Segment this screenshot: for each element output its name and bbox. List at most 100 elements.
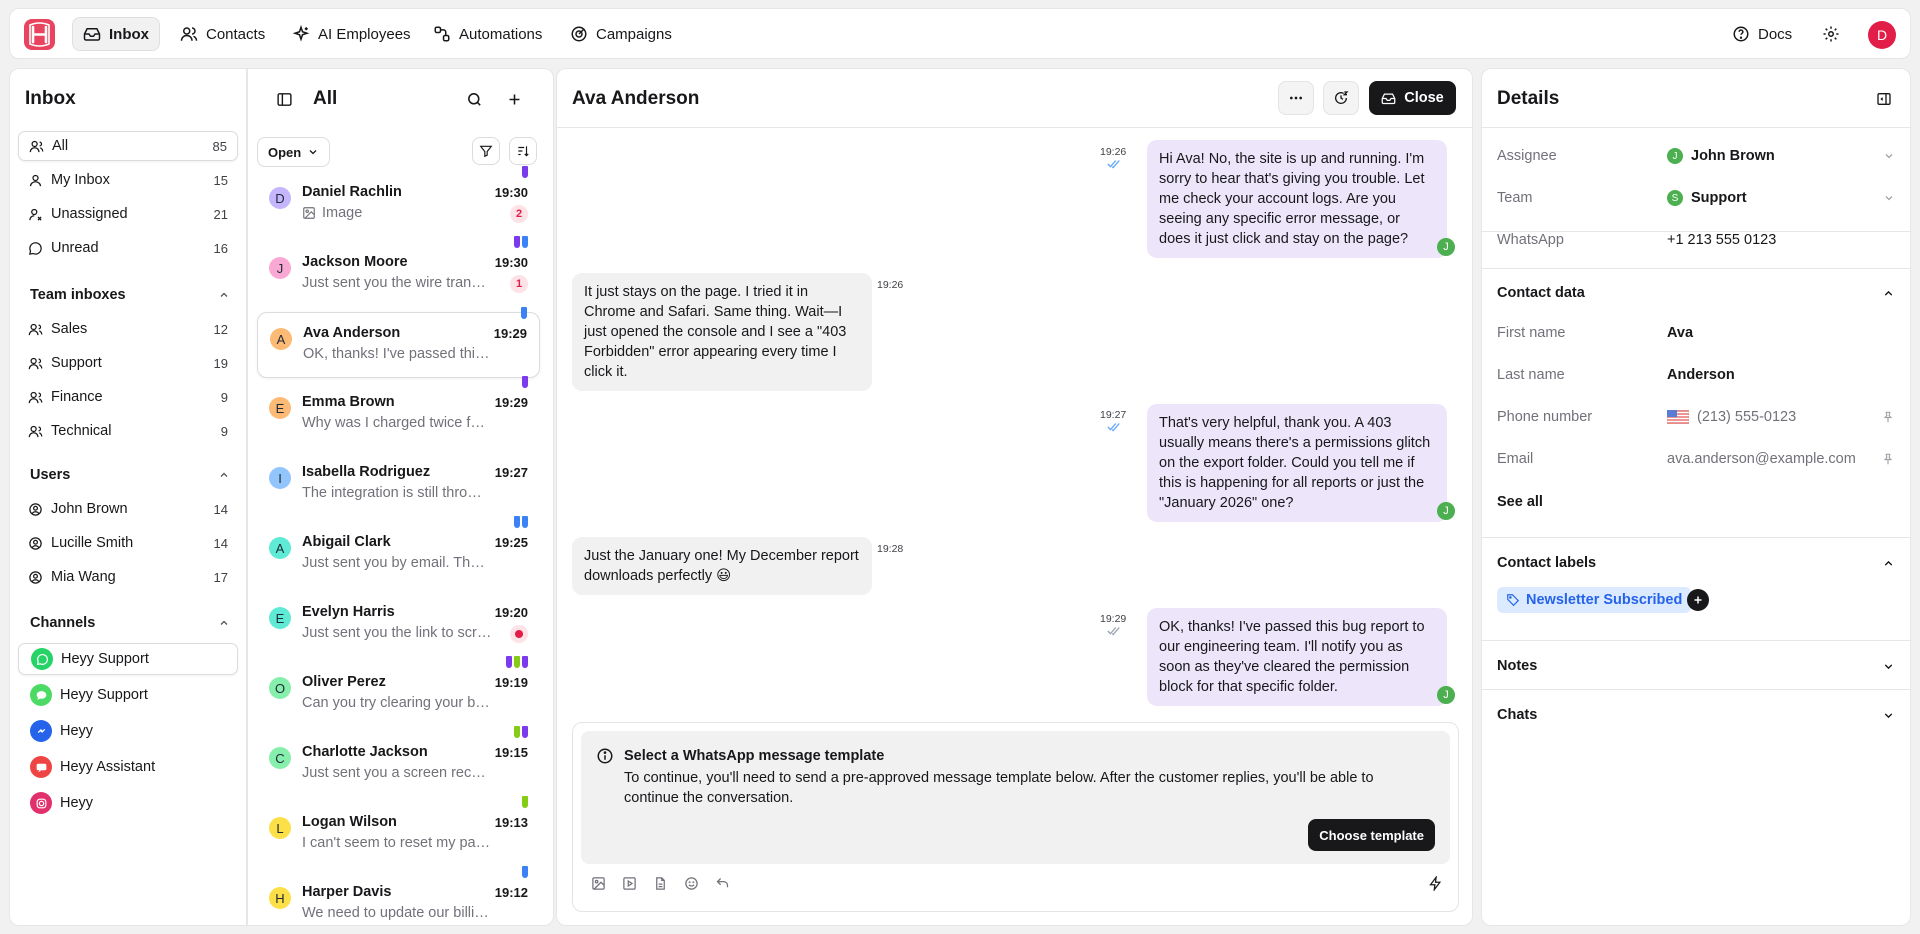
see-all-link[interactable]: See all: [1497, 494, 1543, 510]
chats-header[interactable]: Chats: [1497, 705, 1895, 725]
document-icon[interactable]: [653, 876, 668, 891]
status-filter-dropdown[interactable]: Open: [257, 137, 331, 167]
filter-button[interactable]: [472, 137, 500, 165]
sidebar-channel-heyy-messenger[interactable]: Heyy: [18, 715, 238, 747]
last-name-row[interactable]: Last name Anderson: [1497, 361, 1895, 389]
pin-icon[interactable]: [1881, 452, 1895, 466]
chevron-up-icon: [1882, 287, 1895, 300]
nav-contacts[interactable]: Contacts: [170, 17, 275, 51]
conversation-list-item[interactable]: H Harper Davis We need to update our billi…: [257, 866, 540, 925]
conversation-list-item[interactable]: O Oliver Perez Can you try clearing your b…: [257, 656, 540, 728]
sidebar-item-label: Support: [51, 355, 102, 371]
reply-icon[interactable]: [715, 876, 730, 891]
image-icon[interactable]: [591, 876, 606, 891]
lightning-icon[interactable]: [1428, 876, 1443, 891]
conversation-list-item[interactable]: A Ava Anderson OK, thanks! I've passed thi…: [257, 307, 540, 378]
gear-icon: [1822, 25, 1840, 43]
search-icon[interactable]: [466, 91, 483, 108]
sidebar-channel-heyy-support-whatsapp[interactable]: Heyy Support: [18, 643, 238, 675]
sidebar-item-unassigned[interactable]: Unassigned 21: [18, 199, 238, 229]
close-conversation-button[interactable]: Close: [1369, 81, 1456, 115]
conversation-preview: Just sent you the wire transfer receipt: [302, 275, 492, 291]
team-inboxes-header[interactable]: Team inboxes: [30, 287, 230, 303]
email-value: ava.anderson@example.com: [1667, 451, 1856, 467]
snooze-button[interactable]: [1323, 81, 1359, 115]
email-row[interactable]: Email ava.anderson@example.com: [1497, 445, 1895, 473]
conversation-list-item[interactable]: E Evelyn Harris Just sent you the link to …: [257, 592, 540, 658]
sidebar-item-unread[interactable]: Unread 16: [18, 233, 238, 263]
sidebar-channel-heyy-instagram[interactable]: Heyy: [18, 787, 238, 819]
users-header[interactable]: Users: [30, 467, 230, 483]
users-title: Users: [30, 467, 71, 483]
sidebar-toggle-icon[interactable]: [276, 91, 293, 108]
sidebar-item-label: Heyy Support: [60, 687, 148, 703]
conversation-list-item[interactable]: C Charlotte Jackson Just sent you a screen…: [257, 726, 540, 798]
conversation-list-item[interactable]: D Daniel Rachlin Image 19:30 2: [257, 166, 540, 238]
team-row[interactable]: Team S Support: [1497, 184, 1895, 212]
channels-header[interactable]: Channels: [30, 615, 230, 631]
details-title: Details: [1497, 88, 1560, 109]
more-options-button[interactable]: [1278, 81, 1314, 115]
conversation-list-item[interactable]: E Emma Brown Why was I charged twice for t…: [257, 376, 540, 448]
conversation-contact-name: Abigail Clark: [302, 534, 391, 550]
nav-ai-employees[interactable]: AI Employees: [282, 17, 421, 51]
conversation-label-tags: [514, 236, 528, 248]
settings-button[interactable]: [1814, 17, 1848, 51]
label-tag: [522, 236, 528, 248]
phone-value: (213) 555-0123: [1697, 409, 1797, 425]
more-horizontal-icon: [1288, 90, 1304, 106]
contact-avatar: E: [269, 397, 291, 419]
message-bubble-incoming: Just the January one! My December report…: [572, 537, 872, 595]
docs-button[interactable]: Docs: [1722, 17, 1802, 51]
notes-header[interactable]: Notes: [1497, 656, 1895, 676]
contact-labels-header[interactable]: Contact labels: [1497, 553, 1895, 573]
choose-template-button[interactable]: Choose template: [1308, 819, 1435, 851]
sidebar-item-support[interactable]: Support 19: [18, 348, 238, 378]
sidebar-channel-heyy-assistant[interactable]: Heyy Assistant: [18, 751, 238, 783]
sidebar-item-sales[interactable]: Sales 12: [18, 314, 238, 344]
pin-icon[interactable]: [1881, 410, 1895, 424]
conversation-label-tags: [514, 516, 528, 528]
sidebar-channel-heyy-support-imessage[interactable]: Heyy Support: [18, 679, 238, 711]
sidebar-item-all[interactable]: All 85: [18, 131, 238, 161]
sidebar-item-mia-wang[interactable]: Mia Wang 17: [18, 562, 238, 592]
sidebar-item-label: All: [52, 138, 69, 154]
sidebar-item-my-inbox[interactable]: My Inbox 15: [18, 165, 238, 195]
contact-data-header[interactable]: Contact data: [1497, 283, 1895, 303]
nav-campaigns[interactable]: Campaigns: [560, 17, 682, 51]
sidebar-item-label: Heyy Support: [61, 651, 149, 667]
sidebar-item-john-brown[interactable]: John Brown 14: [18, 494, 238, 524]
phone-row[interactable]: Phone number (213) 555-0123: [1497, 403, 1895, 431]
sidebar-item-technical[interactable]: Technical 9: [18, 416, 238, 446]
sidebar-item-label: Finance: [51, 389, 103, 405]
collapse-panel-icon[interactable]: [1876, 91, 1892, 107]
conversation-contact-name: Jackson Moore: [302, 254, 408, 270]
conversation-preview-text: Image: [322, 205, 363, 221]
emoji-icon[interactable]: [684, 876, 699, 891]
conversation-list-item[interactable]: J Jackson Moore Just sent you the wire tra…: [257, 236, 540, 308]
label-tag: [522, 166, 528, 178]
user-avatar[interactable]: D: [1868, 21, 1896, 49]
video-icon[interactable]: [622, 876, 637, 891]
users-icon: [28, 424, 43, 439]
sidebar-item-finance[interactable]: Finance 9: [18, 382, 238, 412]
assignee-label: Assignee: [1497, 148, 1557, 164]
first-name-row[interactable]: First name Ava: [1497, 319, 1895, 347]
assignee-row[interactable]: Assignee J John Brown: [1497, 142, 1895, 170]
add-label-button[interactable]: [1687, 589, 1709, 611]
contact-label-chip[interactable]: Newsletter Subscribed: [1497, 587, 1692, 613]
app-logo-icon[interactable]: [24, 19, 55, 50]
contact-avatar: O: [269, 677, 291, 699]
nav-inbox[interactable]: Inbox: [72, 17, 160, 51]
sort-button[interactable]: [509, 137, 537, 165]
sidebar-item-count: 9: [220, 389, 228, 405]
double-check-icon: [1107, 626, 1121, 636]
sidebar-item-count: 14: [213, 501, 228, 517]
nav-automations[interactable]: Automations: [423, 17, 552, 51]
plus-icon[interactable]: [506, 91, 523, 108]
sidebar-item-lucille-smith[interactable]: Lucille Smith 14: [18, 528, 238, 558]
conversation-list-item[interactable]: A Abigail Clark Just sent you by email. Th…: [257, 516, 540, 588]
conversation-list-item[interactable]: I Isabella Rodriguez The integration is st…: [257, 452, 540, 518]
conversation-list-item[interactable]: L Logan Wilson I can't seem to reset my pa…: [257, 796, 540, 868]
label-tag: [506, 656, 512, 668]
